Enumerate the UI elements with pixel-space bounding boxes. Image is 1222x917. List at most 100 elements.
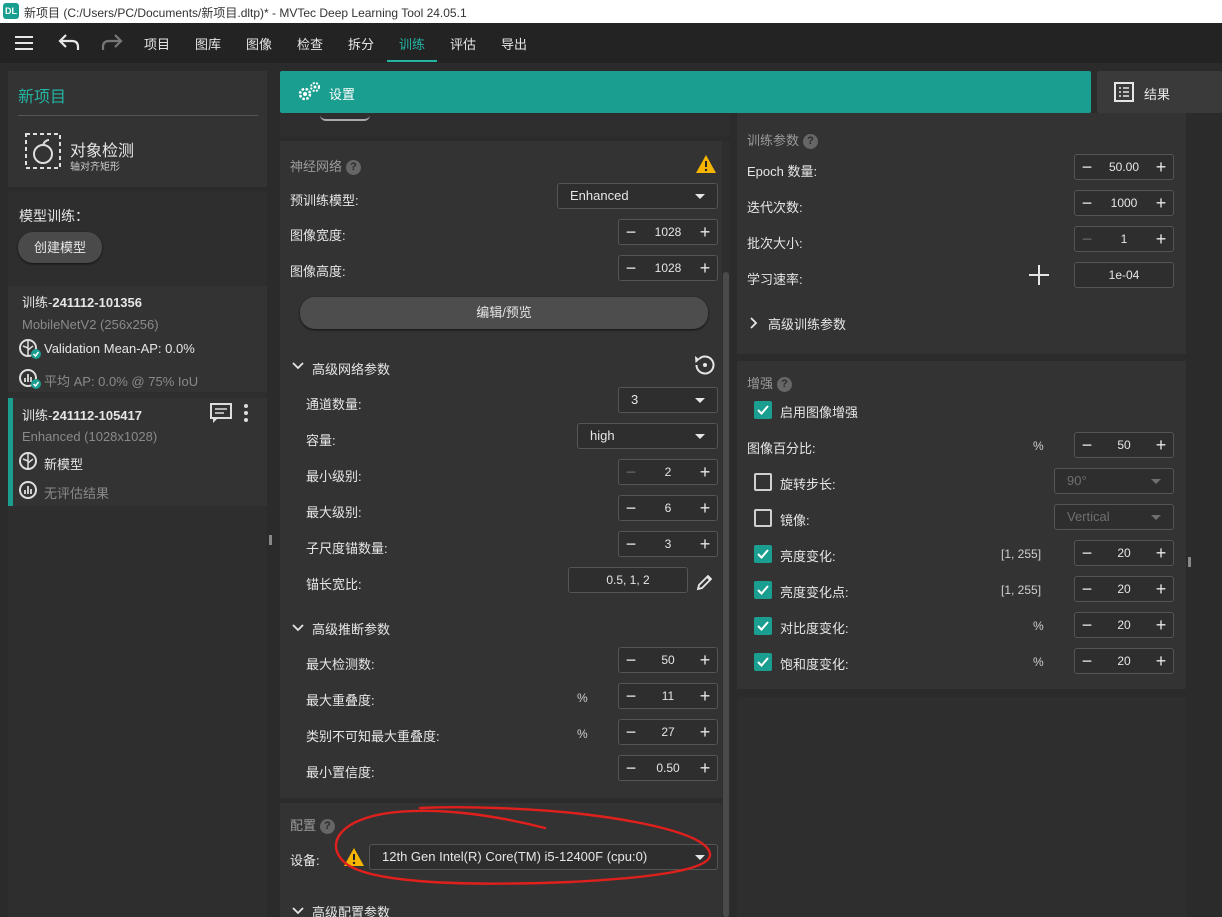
image-width-stepper[interactable]: −1028 + (618, 219, 718, 245)
saturation-checkbox[interactable] (754, 653, 772, 671)
window-title: 新项目 (C:/Users/PC/Documents/新项目.dltp)* - … (24, 6, 467, 20)
epochs-stepper[interactable]: −50.00 + (1074, 154, 1174, 180)
hamburger-menu-icon[interactable] (15, 36, 33, 50)
more-options-icon[interactable] (242, 402, 250, 424)
advanced-network-title[interactable]: 高级网络参数 (312, 359, 390, 378)
chevron-down-icon[interactable] (291, 906, 305, 916)
brightness-point-unit: [1, 255] (1001, 583, 1042, 597)
network-title: 神经网络? (290, 156, 362, 176)
brightness-stepper[interactable]: −20 + (1074, 540, 1174, 566)
edit-preview-button[interactable]: 编辑/预览 (300, 297, 708, 329)
splitter-handle[interactable] (269, 535, 272, 545)
brightness-point-label: 亮度变化点: (780, 585, 849, 600)
project-card: 新项目 对象检测 轴对齐矩形 (8, 71, 267, 187)
subscales-stepper[interactable]: −3 + (618, 531, 718, 557)
chart-icon (19, 481, 37, 499)
epochs-label: Epoch 数量: (747, 164, 818, 179)
augmentation-panel: 增强? 启用图像增强 图像百分比: % −50 + 旋转步长: 90° 镜像: V… (737, 361, 1186, 689)
tab-results[interactable]: 结果 (1097, 71, 1222, 113)
pretrained-model-select[interactable]: Enhanced (557, 183, 718, 209)
max-overlap-stepper[interactable]: −11 + (618, 683, 718, 709)
mirror-select[interactable]: Vertical (1054, 504, 1174, 530)
chevron-down-icon[interactable] (291, 623, 305, 633)
add-schedule-icon[interactable] (1028, 264, 1050, 286)
menu-images[interactable]: 图像 (246, 34, 272, 53)
max-level-stepper[interactable]: −6 + (618, 495, 718, 521)
advanced-config-title[interactable]: 高级配置参数 (312, 902, 390, 917)
help-icon[interactable]: ? (803, 134, 819, 150)
mirror-checkbox[interactable] (754, 509, 772, 527)
learning-rate-label: 学习速率: (747, 272, 803, 287)
training-item[interactable]: 训练-241112-101356 MobileNetV2 (256x256) V… (8, 286, 267, 392)
enable-augmentation-checkbox[interactable] (754, 401, 772, 419)
capacity-label: 容量: (306, 433, 336, 448)
advanced-training-title[interactable]: 高级训练参数 (768, 314, 846, 333)
image-percent-stepper[interactable]: −50 + (1074, 432, 1174, 458)
menu-export[interactable]: 导出 (501, 34, 527, 53)
decrement-icon: − (625, 758, 637, 778)
splitter-handle-right[interactable] (1188, 557, 1191, 567)
aspect-ratio-field[interactable]: 0.5, 1, 2 (568, 567, 688, 593)
min-confidence-stepper[interactable]: −0.50 + (618, 755, 718, 781)
undo-icon[interactable] (58, 32, 80, 52)
edit-pencil-icon[interactable] (695, 572, 715, 592)
increment-icon: + (1155, 615, 1167, 635)
menu-train[interactable]: 训练 (399, 34, 425, 53)
increment-icon: + (699, 462, 711, 482)
menu-split[interactable]: 拆分 (348, 34, 374, 53)
tab-settings[interactable]: 设置 (280, 71, 1091, 113)
decrement-icon: − (1081, 543, 1093, 563)
increment-icon: + (699, 722, 711, 742)
create-model-button[interactable]: 创建模型 (18, 232, 102, 263)
mirror-label: 镜像: (780, 513, 810, 528)
object-detection-icon (25, 133, 61, 169)
app-logo-icon: DL (3, 3, 19, 19)
task-subtype: 轴对齐矩形 (70, 162, 120, 173)
help-icon[interactable]: ? (777, 377, 793, 393)
image-height-stepper[interactable]: −1028 + (618, 255, 718, 281)
menu-gallery[interactable]: 图库 (195, 34, 221, 53)
brightness-checkbox[interactable] (754, 545, 772, 563)
min-level-stepper[interactable]: −2 + (618, 459, 718, 485)
reset-icon[interactable] (693, 353, 717, 377)
contrast-checkbox[interactable] (754, 617, 772, 635)
decrement-icon: − (625, 258, 637, 278)
chevron-down-icon[interactable] (291, 361, 305, 371)
batch-size-stepper[interactable]: −1 + (1074, 226, 1174, 252)
capacity-select[interactable]: high (577, 423, 718, 449)
saturation-unit: % (1033, 655, 1044, 669)
menu-inspect[interactable]: 检查 (297, 34, 323, 53)
saturation-stepper[interactable]: −20 + (1074, 648, 1174, 674)
contrast-stepper[interactable]: −20 + (1074, 612, 1174, 638)
project-name[interactable]: 新项目 (18, 83, 66, 107)
redo-icon[interactable] (101, 32, 123, 52)
rotation-checkbox[interactable] (754, 473, 772, 491)
increment-icon: + (699, 222, 711, 242)
brightness-point-stepper[interactable]: −20 + (1074, 576, 1174, 602)
decrement-icon: − (1081, 615, 1093, 635)
advanced-inference-title[interactable]: 高级推断参数 (312, 619, 390, 638)
image-percent-unit: % (1033, 439, 1044, 453)
brain-check-icon (19, 339, 41, 359)
min-level-label: 最小级别: (306, 469, 362, 484)
training-params-panel: 训练参数? Epoch 数量: −50.00 + 迭代次数: −1000 + 批次大… (737, 113, 1186, 354)
warning-icon[interactable] (695, 154, 717, 174)
training-item-selected[interactable]: 训练-241112-105417 Enhanced (1028x1028) 新模… (8, 398, 267, 506)
max-detections-stepper[interactable]: −50 + (618, 647, 718, 673)
menu-project[interactable]: 项目 (144, 34, 170, 53)
rotation-label: 旋转步长: (780, 477, 836, 492)
increment-icon: + (1155, 193, 1167, 213)
scrollbar-thumb[interactable] (723, 272, 729, 917)
menu-evaluate[interactable]: 评估 (450, 34, 476, 53)
rotation-select[interactable]: 90° (1054, 468, 1174, 494)
brightness-point-checkbox[interactable] (754, 581, 772, 599)
chevron-right-icon[interactable] (749, 316, 759, 330)
max-detections-label: 最大检测数: (306, 657, 375, 672)
class-agnostic-overlap-stepper[interactable]: −27 + (618, 719, 718, 745)
help-icon[interactable]: ? (346, 160, 362, 176)
iterations-stepper[interactable]: −1000 + (1074, 190, 1174, 216)
comment-icon[interactable] (209, 402, 233, 424)
learning-rate-field[interactable]: 1e-04 (1074, 262, 1174, 288)
training-name: 训练-241112-101356 (22, 295, 142, 310)
channels-select[interactable]: 3 (618, 387, 718, 413)
